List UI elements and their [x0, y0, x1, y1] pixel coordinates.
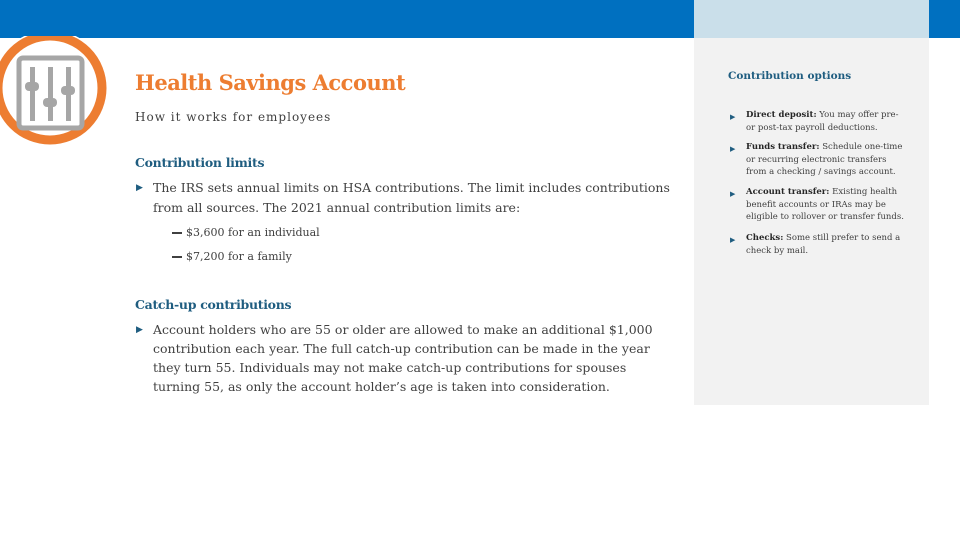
contribution-options-panel: Contribution options ▶ Direct deposit: Y…: [694, 38, 929, 405]
limit-family: $7,200 for a family: [172, 250, 292, 263]
option-funds-transfer: Funds transfer: Schedule one-time or rec…: [746, 142, 903, 177]
bullet-arrow-icon: ▶: [136, 325, 143, 335]
catchup-bullet: Account holders who are 55 or older are …: [153, 322, 653, 394]
bullet-arrow-icon: ▶: [136, 183, 143, 193]
panel-title: Contribution options: [728, 70, 852, 82]
bullet-arrow-icon: ▶: [730, 145, 736, 153]
bullet-arrow-icon: ▶: [730, 113, 736, 121]
limits-bullet: The IRS sets annual limits on HSA contri…: [153, 180, 670, 215]
section-heading-limits: Contribution limits: [135, 155, 265, 170]
dash-icon: [172, 232, 182, 234]
option-direct-deposit: Direct deposit: You may offer pre- or po…: [746, 110, 899, 133]
limit-individual: $3,600 for an individual: [172, 226, 320, 239]
top-banner-accent: [694, 0, 929, 38]
option-account-transfer: Account transfer: Existing health benefi…: [746, 187, 904, 222]
option-checks: Checks: Some still prefer to send a chec…: [746, 233, 901, 256]
page-title: Health Savings Account: [135, 70, 406, 95]
sliders-icon: [0, 36, 108, 146]
dash-icon: [172, 256, 182, 258]
bullet-arrow-icon: ▶: [730, 190, 736, 198]
bullet-arrow-icon: ▶: [730, 236, 736, 244]
page-subtitle: How it works for employees: [135, 110, 332, 124]
section-heading-catchup: Catch-up contributions: [135, 297, 292, 312]
